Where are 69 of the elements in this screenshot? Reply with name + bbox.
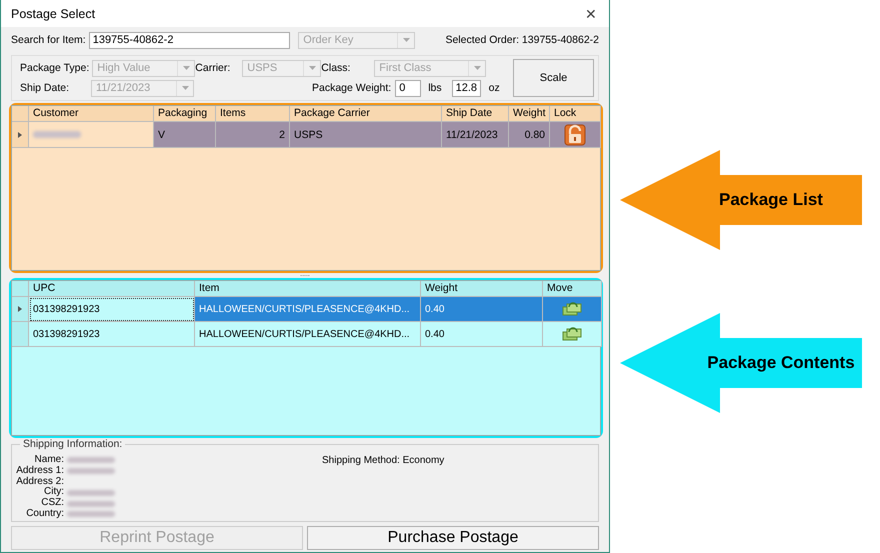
- field-label: Country:: [25, 508, 64, 520]
- ounces-field[interactable]: 12.8: [452, 80, 481, 96]
- column-header[interactable]: Customer: [29, 106, 154, 122]
- column-header[interactable]: UPC: [29, 281, 195, 297]
- field-label: CSZ:: [40, 498, 64, 509]
- redacted-text: [67, 490, 115, 496]
- caret-icon: [474, 66, 481, 70]
- grid-corner: [12, 281, 29, 297]
- column-header[interactable]: Item: [195, 281, 421, 297]
- column-header[interactable]: Items: [216, 106, 290, 122]
- grid-corner: [12, 106, 29, 122]
- field-label: Class:: [321, 62, 352, 74]
- row-pointer-icon: [18, 306, 22, 312]
- table-cell: 11/21/2023: [442, 122, 509, 148]
- field-label: Name:: [34, 455, 64, 466]
- caret-icon: [182, 86, 188, 90]
- redacted-text: [33, 131, 81, 138]
- selected-order-text: Selected Order: 139755-40862-2: [445, 34, 599, 46]
- field-label: Carrier:: [195, 62, 232, 74]
- close-button[interactable]: ✕: [583, 6, 599, 22]
- shipping-method-text: Shipping Method: Economy: [322, 455, 444, 468]
- scale-button[interactable]: Scale: [513, 59, 594, 97]
- field-label: Package Weight:: [312, 82, 392, 94]
- column-header[interactable]: Lock: [550, 106, 601, 122]
- column-header[interactable]: Ship Date: [442, 106, 509, 122]
- table-cell: 0.40: [421, 322, 543, 347]
- search-label: Search for Item:: [11, 34, 86, 46]
- window-title: Postage Select: [11, 6, 96, 20]
- callout-label: Package Contents: [706, 352, 856, 374]
- field-label: Address 2:: [15, 476, 64, 487]
- table-cell: 031398291923: [29, 322, 195, 347]
- field-label: Address 1:: [15, 466, 64, 476]
- redacted-text: [67, 468, 115, 474]
- panel-title: Shipping Information:: [20, 438, 126, 450]
- unit-label: oz: [488, 82, 500, 94]
- redacted-text: [67, 457, 115, 464]
- table-cell: HALLOWEEN/CURTIS/PLEASENCE@4KHD...: [195, 322, 421, 347]
- table-cell: 0.40: [421, 297, 543, 322]
- table-cell: USPS: [290, 122, 442, 148]
- postage-button[interactable]: Purchase Postage: [307, 526, 599, 550]
- caret-icon: [182, 66, 190, 70]
- padlock-icon[interactable]: [564, 124, 586, 146]
- caret-icon: [402, 38, 410, 42]
- field-label: Package Type:: [20, 62, 90, 74]
- row-header[interactable]: [12, 122, 29, 148]
- field-label: City:: [43, 487, 64, 498]
- table-cell: 0.80: [509, 122, 550, 148]
- search-field[interactable]: 139755-40862-2: [88, 32, 290, 48]
- field-label: Ship Date:: [20, 82, 70, 94]
- row-header[interactable]: [12, 297, 29, 322]
- redacted-text: [67, 500, 115, 507]
- unit-label: lbs: [428, 82, 442, 94]
- redacted-text: [67, 511, 115, 518]
- column-header[interactable]: Packaging: [154, 106, 216, 122]
- table-cell: 2: [216, 122, 290, 148]
- column-header[interactable]: Package Carrier: [290, 106, 442, 122]
- postage-button: Reprint Postage: [11, 526, 303, 550]
- column-header[interactable]: Move: [543, 281, 602, 297]
- table-cell: 031398291923: [29, 297, 195, 322]
- callout-label: Package List: [718, 189, 824, 211]
- money-stack-icon[interactable]: [561, 301, 583, 317]
- column-header[interactable]: Weight: [421, 281, 543, 297]
- column-header[interactable]: Weight: [509, 106, 550, 122]
- row-pointer-icon: [18, 132, 22, 138]
- table-cell: V: [154, 122, 216, 148]
- caret-icon: [308, 66, 316, 70]
- pounds-field[interactable]: 0: [395, 80, 422, 96]
- money-stack-icon[interactable]: [561, 326, 583, 342]
- table-cell: HALLOWEEN/CURTIS/PLEASENCE@4KHD...: [195, 297, 421, 322]
